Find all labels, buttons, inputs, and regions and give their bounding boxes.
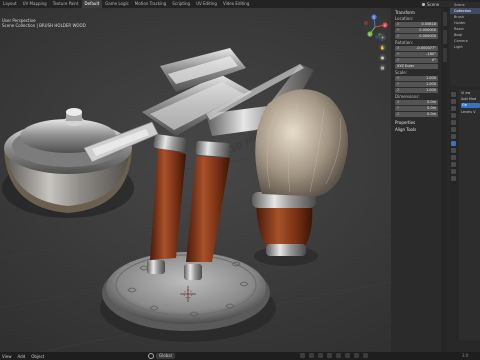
data-icon[interactable] bbox=[451, 169, 456, 174]
physics-icon[interactable] bbox=[451, 155, 456, 160]
status-bar: View Add Object bbox=[0, 352, 480, 360]
generate-button[interactable]: Ge bbox=[461, 103, 480, 108]
workspace-tab-uv-mapping[interactable]: UV Mapping bbox=[20, 0, 50, 8]
pan-hand-icon[interactable]: ✋ bbox=[379, 44, 386, 51]
overlay-icon[interactable] bbox=[318, 353, 323, 358]
scale-y-field[interactable]: Y 1.000 bbox=[395, 82, 438, 87]
scene-name: Scene bbox=[427, 1, 440, 7]
sidebar-n-panel: Transform Location: X 0.00818 Y 0.000000 Z… bbox=[391, 8, 441, 352]
zoom-icon[interactable]: + bbox=[379, 34, 386, 41]
sidebar-tab-tool[interactable] bbox=[443, 30, 447, 44]
properties-tabs bbox=[450, 90, 458, 240]
workspace-tab-motion-tracking[interactable]: Motion Tracking bbox=[132, 0, 169, 8]
rotation-label: Rotation: bbox=[395, 40, 414, 45]
svg-text:Z: Z bbox=[373, 15, 375, 19]
scene-icon bbox=[422, 2, 425, 6]
rotation-y-field[interactable]: Y -180° bbox=[395, 52, 438, 57]
particles-icon[interactable] bbox=[451, 148, 456, 153]
scale-z-field[interactable]: Z 1.000 bbox=[395, 88, 438, 93]
modifier-wrench-icon[interactable] bbox=[451, 141, 456, 146]
collection-path: Scene Collection | BRUSH HOLDER WOOD bbox=[2, 23, 86, 28]
location-label: Location: bbox=[395, 16, 414, 21]
properties-header[interactable]: Properties bbox=[395, 120, 438, 125]
transform-orientation: Global bbox=[148, 352, 175, 360]
menu-add[interactable]: Add bbox=[18, 354, 26, 359]
workspace-tab-texture-paint[interactable]: Texture Paint bbox=[50, 0, 82, 8]
wireframe-shading-icon[interactable] bbox=[336, 353, 341, 358]
align-tools-header[interactable]: Align Tools bbox=[395, 127, 438, 132]
workspace-tab-game-logic[interactable]: Game Logic bbox=[102, 0, 132, 8]
version-label: 3.0 bbox=[462, 353, 469, 358]
rotation-mode-dropdown[interactable]: XYZ Euler bbox=[395, 64, 438, 69]
workspace-tab-video-editing[interactable]: Video Editing bbox=[220, 0, 252, 8]
dimensions-y-field[interactable]: Y 0.0m bbox=[395, 106, 438, 111]
transform-header[interactable]: Transform bbox=[395, 10, 438, 15]
workspace-tab-layout[interactable]: Layout bbox=[0, 0, 20, 8]
sidebar-tabs bbox=[441, 8, 448, 352]
output-icon[interactable] bbox=[451, 106, 456, 111]
rotation-z-field[interactable]: Z 0° bbox=[395, 58, 438, 63]
tool-icon[interactable] bbox=[451, 92, 456, 97]
orientation-dropdown[interactable]: Global bbox=[156, 353, 175, 359]
location-x-field[interactable]: X 0.00818 bbox=[395, 22, 438, 27]
view-layer-icon[interactable] bbox=[451, 113, 456, 118]
menu-object[interactable]: Object bbox=[31, 354, 44, 359]
render-icon[interactable] bbox=[451, 99, 456, 104]
sidebar-tab-item[interactable] bbox=[443, 12, 447, 26]
rotation-x-field[interactable]: X -0.000477° bbox=[395, 46, 438, 51]
scale-x-field[interactable]: X 1.000 bbox=[395, 76, 438, 81]
rendered-shading-icon[interactable] bbox=[363, 353, 368, 358]
material-shading-icon[interactable] bbox=[354, 353, 359, 358]
workspace-tab-default[interactable]: Default bbox=[81, 0, 103, 8]
svg-text:Y: Y bbox=[369, 32, 371, 36]
sidebar-tab-view[interactable] bbox=[443, 48, 447, 62]
add-modifier-dropdown[interactable]: Add Mod bbox=[461, 96, 480, 102]
viewport-nav-buttons: + ✋ ▣ ▦ bbox=[379, 34, 386, 71]
outliner-row[interactable]: Light bbox=[450, 44, 480, 50]
svg-text:X: X bbox=[384, 23, 386, 27]
scene-icon[interactable] bbox=[451, 120, 456, 125]
menu-view[interactable]: View bbox=[2, 354, 12, 359]
workspace-tabs-bar: Layout UV Mapping Texture Paint Default … bbox=[0, 0, 480, 8]
constraints-icon[interactable] bbox=[451, 162, 456, 167]
ortho-grid-icon[interactable]: ▦ bbox=[379, 64, 386, 71]
location-y-field[interactable]: Y 0.000000 bbox=[395, 28, 438, 33]
object-icon[interactable] bbox=[451, 134, 456, 139]
viewport-shading-buttons bbox=[300, 353, 368, 358]
material-icon[interactable] bbox=[451, 176, 456, 181]
world-icon[interactable] bbox=[451, 127, 456, 132]
orientation-icon bbox=[148, 353, 154, 359]
workspace-tab-uv-editing[interactable]: UV Editing bbox=[193, 0, 220, 8]
dimensions-x-field[interactable]: X 0.0m bbox=[395, 100, 438, 105]
outliner: Scene Collection Brush Holder Razor Bowl… bbox=[450, 2, 480, 86]
snap-icon[interactable] bbox=[300, 353, 305, 358]
workspace-tab-scripting[interactable]: Scripting bbox=[169, 0, 193, 8]
levels-viewport-field[interactable]: Levels V bbox=[461, 109, 480, 115]
viewport-overlay-info: User Perspective Scene Collection | BRUS… bbox=[2, 18, 86, 28]
xray-icon[interactable] bbox=[327, 353, 332, 358]
dimensions-label: Dimensions: bbox=[395, 94, 420, 99]
scale-label: Scale: bbox=[395, 70, 408, 75]
camera-view-icon[interactable]: ▣ bbox=[379, 54, 386, 61]
proportional-edit-icon[interactable] bbox=[309, 353, 314, 358]
location-z-field[interactable]: Z 0.000000 bbox=[395, 34, 438, 39]
solid-shading-icon[interactable] bbox=[345, 353, 350, 358]
dimensions-z-field[interactable]: Z 0.0m bbox=[395, 112, 438, 117]
properties-editor: Vi ew Add Mod Ge Levels V bbox=[459, 90, 480, 340]
